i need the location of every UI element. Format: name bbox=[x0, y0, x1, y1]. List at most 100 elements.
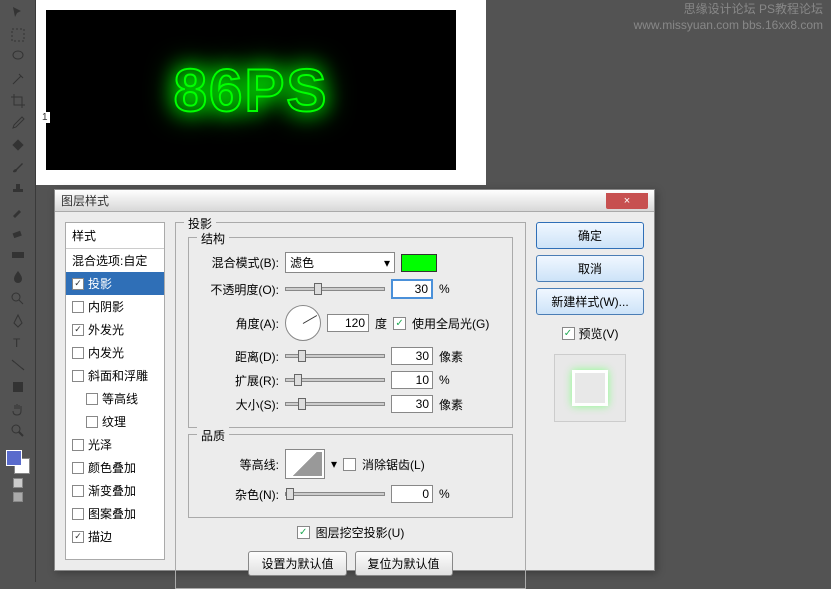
distance-slider[interactable] bbox=[285, 354, 385, 358]
spread-unit: % bbox=[439, 373, 450, 387]
blending-options-item[interactable]: 混合选项:自定 bbox=[66, 249, 164, 272]
checkbox[interactable] bbox=[72, 324, 84, 336]
distance-unit: 像素 bbox=[439, 348, 463, 365]
cancel-button[interactable]: 取消 bbox=[536, 255, 644, 282]
watermark: 思缘设计论坛 PS教程论坛 www.missyuan.com bbs.16xx8… bbox=[634, 2, 823, 33]
opacity-label: 不透明度(O): bbox=[199, 281, 279, 298]
eyedropper-tool-icon[interactable] bbox=[8, 113, 28, 133]
style-item-stroke[interactable]: 描边 bbox=[66, 525, 164, 548]
styles-header: 样式 bbox=[66, 223, 164, 249]
wand-tool-icon[interactable] bbox=[8, 69, 28, 89]
checkbox[interactable] bbox=[72, 508, 84, 520]
quick-mask-icon[interactable] bbox=[13, 478, 23, 488]
contour-picker[interactable] bbox=[285, 449, 325, 479]
ruler-mark: 1 bbox=[40, 112, 50, 123]
style-item-texture[interactable]: 纹理 bbox=[66, 410, 164, 433]
checkbox[interactable] bbox=[72, 278, 84, 290]
close-button[interactable]: × bbox=[606, 193, 648, 209]
angle-label: 角度(A): bbox=[199, 315, 279, 332]
size-slider[interactable] bbox=[285, 402, 385, 406]
reset-default-button[interactable]: 复位为默认值 bbox=[355, 551, 453, 576]
checkbox[interactable] bbox=[86, 393, 98, 405]
style-item-gradient-overlay[interactable]: 渐变叠加 bbox=[66, 479, 164, 502]
opacity-input[interactable]: 30 bbox=[391, 279, 433, 299]
drop-shadow-fieldset: 投影 结构 混合模式(B): 滤色▾ 不透明度(O): 30 % bbox=[175, 222, 526, 589]
knockout-checkbox[interactable] bbox=[297, 526, 310, 539]
style-item-pattern-overlay[interactable]: 图案叠加 bbox=[66, 502, 164, 525]
eraser-tool-icon[interactable] bbox=[8, 223, 28, 243]
shadow-color-box[interactable] bbox=[401, 254, 437, 272]
structure-fieldset: 结构 混合模式(B): 滤色▾ 不透明度(O): 30 % 角度(A): bbox=[188, 237, 513, 428]
brush-tool-icon[interactable] bbox=[8, 157, 28, 177]
healing-tool-icon[interactable] bbox=[8, 135, 28, 155]
noise-label: 杂色(N): bbox=[199, 486, 279, 503]
spread-slider[interactable] bbox=[285, 378, 385, 382]
quality-title: 品质 bbox=[197, 427, 229, 444]
preview-label: 预览(V) bbox=[579, 325, 619, 342]
noise-slider[interactable] bbox=[285, 492, 385, 496]
checkbox[interactable] bbox=[72, 301, 84, 313]
foreground-color-swatch[interactable] bbox=[6, 450, 22, 466]
style-item-contour[interactable]: 等高线 bbox=[66, 387, 164, 410]
distance-input[interactable]: 30 bbox=[391, 347, 433, 365]
preview-box bbox=[554, 354, 626, 422]
chevron-down-icon[interactable]: ▾ bbox=[331, 457, 337, 471]
checkbox[interactable] bbox=[72, 485, 84, 497]
move-tool-icon[interactable] bbox=[8, 3, 28, 23]
checkbox[interactable] bbox=[72, 347, 84, 359]
checkbox[interactable] bbox=[72, 439, 84, 451]
pen-tool-icon[interactable] bbox=[8, 311, 28, 331]
checkbox[interactable] bbox=[86, 416, 98, 428]
style-item-drop-shadow[interactable]: 投影 bbox=[66, 272, 164, 295]
screen-mode-icon[interactable] bbox=[13, 492, 23, 502]
checkbox[interactable] bbox=[72, 462, 84, 474]
path-tool-icon[interactable] bbox=[8, 355, 28, 375]
titlebar[interactable]: 图层样式 × bbox=[55, 190, 654, 212]
history-brush-icon[interactable] bbox=[8, 201, 28, 221]
make-default-button[interactable]: 设置为默认值 bbox=[248, 551, 346, 576]
style-item-color-overlay[interactable]: 颜色叠加 bbox=[66, 456, 164, 479]
checkbox[interactable] bbox=[72, 531, 84, 543]
style-item-satin[interactable]: 光泽 bbox=[66, 433, 164, 456]
distance-label: 距离(D): bbox=[199, 348, 279, 365]
neon-text: 86PS bbox=[174, 56, 329, 125]
style-item-inner-glow[interactable]: 内发光 bbox=[66, 341, 164, 364]
svg-text:T: T bbox=[13, 336, 21, 350]
size-input[interactable]: 30 bbox=[391, 395, 433, 413]
blur-tool-icon[interactable] bbox=[8, 267, 28, 287]
global-light-label: 使用全局光(G) bbox=[412, 315, 489, 332]
chevron-down-icon: ▾ bbox=[384, 256, 390, 270]
zoom-tool-icon[interactable] bbox=[8, 421, 28, 441]
type-tool-icon[interactable]: T bbox=[8, 333, 28, 353]
checkbox[interactable] bbox=[72, 370, 84, 382]
antialias-label: 消除锯齿(L) bbox=[362, 456, 425, 473]
crop-tool-icon[interactable] bbox=[8, 91, 28, 111]
antialias-checkbox[interactable] bbox=[343, 458, 356, 471]
spread-input[interactable]: 10 bbox=[391, 371, 433, 389]
opacity-slider[interactable] bbox=[285, 287, 385, 291]
gradient-tool-icon[interactable] bbox=[8, 245, 28, 265]
preview-checkbox[interactable] bbox=[562, 327, 575, 340]
style-item-inner-shadow[interactable]: 内阴影 bbox=[66, 295, 164, 318]
global-light-checkbox[interactable] bbox=[393, 317, 406, 330]
new-style-button[interactable]: 新建样式(W)... bbox=[536, 288, 644, 315]
canvas[interactable]: 86PS bbox=[46, 10, 456, 170]
stamp-tool-icon[interactable] bbox=[8, 179, 28, 199]
dodge-tool-icon[interactable] bbox=[8, 289, 28, 309]
blend-mode-dropdown[interactable]: 滤色▾ bbox=[285, 252, 395, 273]
style-item-outer-glow[interactable]: 外发光 bbox=[66, 318, 164, 341]
color-swatches[interactable] bbox=[6, 450, 30, 474]
preview-thumbnail bbox=[572, 370, 608, 406]
shape-tool-icon[interactable] bbox=[8, 377, 28, 397]
right-panel: 确定 取消 新建样式(W)... 预览(V) bbox=[536, 222, 644, 560]
lasso-tool-icon[interactable] bbox=[8, 47, 28, 67]
marquee-tool-icon[interactable] bbox=[8, 25, 28, 45]
ok-button[interactable]: 确定 bbox=[536, 222, 644, 249]
style-item-bevel[interactable]: 斜面和浮雕 bbox=[66, 364, 164, 387]
hand-tool-icon[interactable] bbox=[8, 399, 28, 419]
angle-dial[interactable] bbox=[285, 305, 321, 341]
layer-style-dialog: 图层样式 × 样式 混合选项:自定 投影 内阴影 外发光 内发光 斜面和浮雕 等… bbox=[54, 189, 655, 571]
toolbar: T bbox=[0, 0, 36, 582]
noise-input[interactable]: 0 bbox=[391, 485, 433, 503]
angle-input[interactable]: 120 bbox=[327, 314, 369, 332]
